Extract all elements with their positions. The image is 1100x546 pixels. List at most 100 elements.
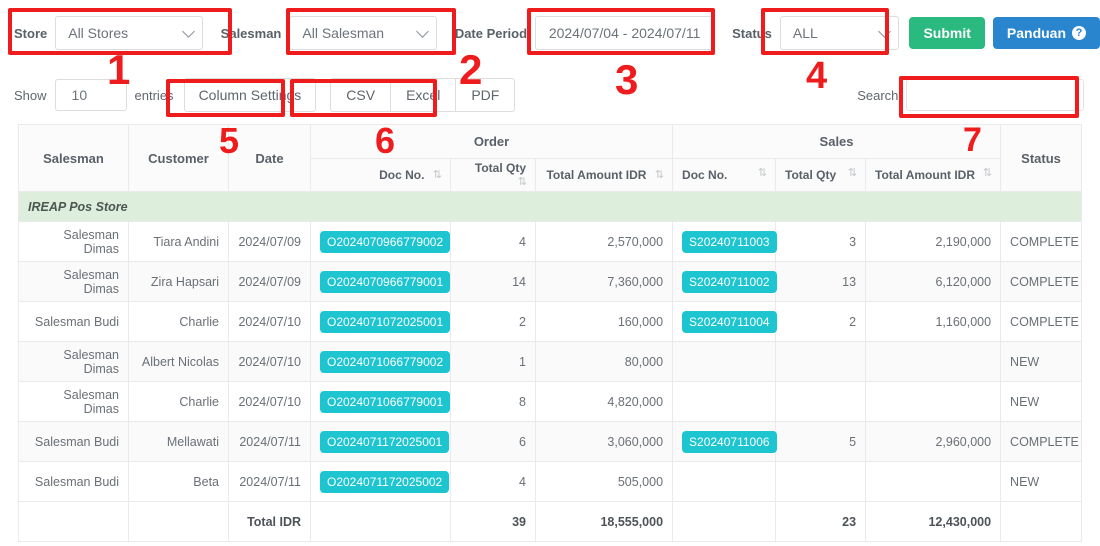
total-cell-8: 12,430,000 bbox=[865, 501, 1002, 542]
status-select-value: ALL bbox=[792, 25, 818, 41]
total-cell-0 bbox=[18, 501, 129, 542]
doc-no-badge[interactable]: O2024070966779001 bbox=[320, 270, 451, 293]
doc-no-badge[interactable]: O2024070966779002 bbox=[320, 230, 451, 253]
table-group-header-row: Salesman Customer Date Order Sales Statu… bbox=[18, 124, 1083, 192]
date-period-value: 2024/07/04 - 2024/07/11 bbox=[548, 25, 701, 41]
export-excel-button[interactable]: Excel bbox=[390, 78, 457, 112]
table-toolbar: Show 10 entries Column Settings CSV Exce… bbox=[0, 66, 1100, 124]
table-group-row: IREAP Pos Store bbox=[17, 191, 1083, 222]
cell-order-qty: 8 bbox=[450, 381, 536, 422]
cell-order-amount: 160,000 bbox=[534, 301, 674, 342]
cell-sales-doc: S20240711003 bbox=[672, 221, 777, 262]
col-group-order: Order bbox=[309, 124, 674, 159]
salesman-label: Salesman bbox=[220, 25, 282, 41]
cell-status: COMPLETE bbox=[1000, 421, 1083, 462]
cell-sales-doc: S20240711004 bbox=[672, 301, 777, 342]
cell-customer: Charlie bbox=[128, 381, 229, 422]
store-select-value: All Stores bbox=[68, 25, 129, 41]
doc-no-badge[interactable]: O2024071072025001 bbox=[320, 310, 451, 333]
col-order-doc-no[interactable]: Doc No. ⇅ bbox=[310, 158, 451, 192]
salesman-select[interactable]: All Salesman bbox=[289, 16, 437, 50]
col-group-sales: Sales bbox=[672, 124, 1002, 159]
table-row[interactable]: Salesman Budi Beta 2024/07/11 O202407117202… bbox=[18, 461, 1083, 502]
cell-sales-amount: 6,120,000 bbox=[865, 261, 1002, 302]
cell-sales-qty: 2 bbox=[775, 301, 867, 342]
status-select[interactable]: ALL bbox=[779, 16, 900, 50]
total-cell-2: Total IDR bbox=[228, 501, 311, 542]
table-row[interactable]: Salesman Budi Mellawati 2024/07/11 O2024071… bbox=[18, 421, 1083, 462]
table-row[interactable]: Salesman Dimas Albert Nicolas 2024/07/10 O2… bbox=[18, 341, 1083, 382]
total-cell-6 bbox=[672, 501, 777, 542]
cell-sales-doc: S20240711002 bbox=[672, 261, 777, 302]
report-table-wrapper: Salesman Customer Date Order Sales Statu… bbox=[17, 124, 1083, 542]
cell-status: COMPLETE bbox=[1000, 261, 1083, 302]
cell-sales-qty bbox=[775, 461, 867, 502]
doc-no-badge[interactable]: S20240711003 bbox=[682, 230, 777, 253]
entries-select-value: 10 bbox=[71, 87, 88, 103]
cell-order-qty: 6 bbox=[450, 421, 536, 462]
cell-customer: Zira Hapsari bbox=[128, 261, 229, 302]
cell-salesman: Salesman Budi bbox=[18, 301, 129, 342]
entries-label: entries bbox=[134, 87, 174, 103]
total-cell-9 bbox=[1000, 501, 1083, 542]
col-order-total-qty[interactable]: Total Qty ⇅ bbox=[450, 158, 536, 192]
panduan-button-label: Panduan bbox=[1006, 25, 1067, 41]
table-row[interactable]: Salesman Dimas Zira Hapsari 2024/07/09 O202… bbox=[18, 261, 1083, 302]
doc-no-badge[interactable]: O2024071172025001 bbox=[320, 430, 450, 453]
doc-no-badge[interactable]: S20240711002 bbox=[682, 270, 777, 293]
cell-date: 2024/07/11 bbox=[228, 461, 311, 502]
col-order-doc-no-label: Doc No. bbox=[379, 168, 425, 182]
cell-customer: Tiara Andini bbox=[128, 221, 229, 262]
submit-button[interactable]: Submit bbox=[909, 17, 985, 49]
total-cell-4: 39 bbox=[450, 501, 536, 542]
table-group-row-label: IREAP Pos Store bbox=[17, 191, 1083, 222]
total-cell-7: 23 bbox=[775, 501, 867, 542]
cell-customer: Beta bbox=[128, 461, 229, 502]
table-row[interactable]: Salesman Budi Charlie 2024/07/10 O202407107… bbox=[18, 301, 1083, 342]
cell-status: NEW bbox=[1000, 341, 1083, 382]
cell-customer: Charlie bbox=[128, 301, 229, 342]
col-sales-total-amount[interactable]: Total Amount IDR ⇅ bbox=[865, 158, 1002, 192]
col-sales-doc-no[interactable]: Doc No. ⇅ bbox=[672, 158, 777, 192]
search-input[interactable] bbox=[906, 79, 1084, 111]
cell-order-qty: 2 bbox=[450, 301, 536, 342]
cell-order-doc: O2024070966779001 bbox=[310, 261, 451, 302]
table-row[interactable]: Salesman Dimas Tiara Andini 2024/07/09 O202… bbox=[18, 221, 1083, 262]
cell-sales-amount: 1,160,000 bbox=[865, 301, 1002, 342]
doc-no-badge[interactable]: S20240711004 bbox=[682, 310, 777, 333]
export-pdf-button[interactable]: PDF bbox=[455, 78, 516, 112]
cell-customer: Albert Nicolas bbox=[128, 341, 229, 382]
cell-order-amount: 2,570,000 bbox=[534, 221, 674, 262]
column-settings-button[interactable]: Column Settings bbox=[183, 78, 317, 112]
col-group-status: Status bbox=[1000, 124, 1083, 192]
entries-select[interactable]: 10 bbox=[54, 79, 127, 111]
col-order-total-amount[interactable]: Total Amount IDR ⇅ bbox=[534, 158, 674, 192]
col-sales-total-qty[interactable]: Total Qty ⇅ bbox=[775, 158, 867, 192]
date-period-label: Date Period bbox=[454, 25, 528, 41]
cell-order-doc: O2024071172025001 bbox=[310, 421, 451, 462]
table-row[interactable]: Salesman Dimas Charlie 2024/07/10 O20240710… bbox=[18, 381, 1083, 422]
store-select[interactable]: All Stores bbox=[55, 16, 203, 50]
doc-no-badge[interactable]: O2024071066779001 bbox=[320, 390, 451, 413]
date-period-input[interactable]: 2024/07/04 - 2024/07/11 bbox=[535, 16, 715, 50]
search-area: Search: bbox=[857, 79, 1084, 111]
cell-date: 2024/07/10 bbox=[228, 381, 311, 422]
cell-sales-doc bbox=[672, 341, 777, 382]
table-total-row: Total IDR 39 18,555,000 23 12,430,000 bbox=[18, 501, 1083, 542]
filter-bar: Store All Stores Salesman All Salesman D… bbox=[0, 0, 1100, 66]
cell-order-amount: 80,000 bbox=[534, 341, 674, 382]
cell-salesman: Salesman Budi bbox=[18, 461, 129, 502]
doc-no-badge[interactable]: S20240711006 bbox=[682, 430, 777, 453]
export-csv-button[interactable]: CSV bbox=[330, 78, 392, 112]
cell-order-doc: O2024071072025001 bbox=[310, 301, 451, 342]
cell-sales-qty: 13 bbox=[775, 261, 867, 302]
panduan-button[interactable]: Panduan ? bbox=[992, 17, 1100, 49]
doc-no-badge[interactable]: O2024071066779002 bbox=[320, 350, 451, 373]
col-order-total-qty-label: Total Qty bbox=[474, 161, 526, 175]
sort-updown-icon: ⇅ bbox=[517, 176, 527, 189]
cell-order-doc: O2024071066779002 bbox=[310, 341, 451, 382]
cell-sales-amount: 2,960,000 bbox=[865, 421, 1002, 462]
doc-no-badge[interactable]: O2024071172025002 bbox=[320, 470, 450, 493]
question-circle-icon: ? bbox=[1072, 26, 1087, 40]
sort-updown-icon: ⇅ bbox=[847, 167, 857, 179]
